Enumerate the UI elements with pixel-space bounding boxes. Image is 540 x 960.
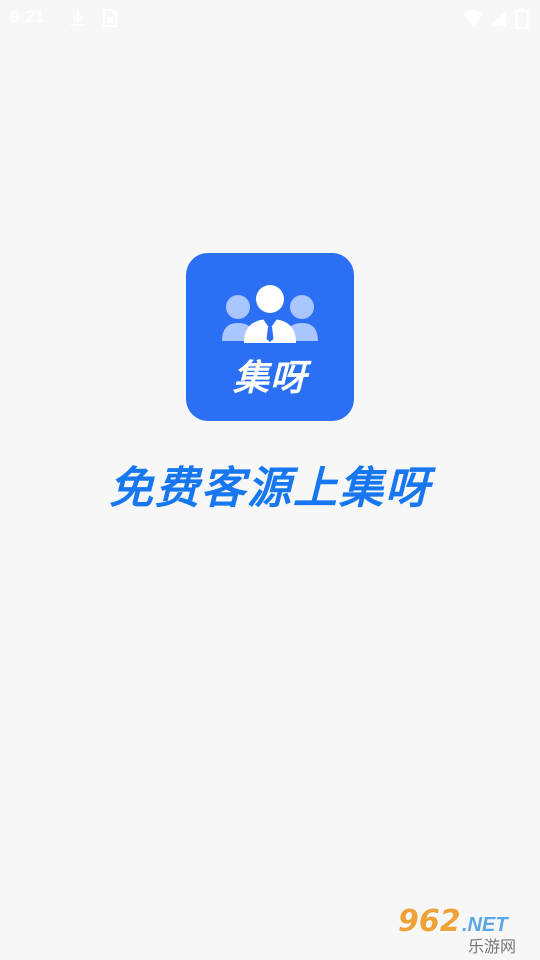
signal-icon bbox=[490, 10, 506, 26]
status-bar: 9:21 bbox=[0, 0, 540, 36]
watermark-logo: 962 .NET 乐游网 bbox=[398, 904, 532, 956]
wifi-icon bbox=[463, 10, 483, 26]
download-icon bbox=[71, 10, 85, 26]
sim-card-icon bbox=[103, 9, 117, 27]
logo-text: 集呀 bbox=[232, 358, 307, 399]
status-time: 9:21 bbox=[10, 7, 46, 26]
slogan: 免费客源上集呀 bbox=[109, 463, 431, 514]
watermark-number: 962 bbox=[398, 904, 461, 939]
watermark-site-name: 乐游网 bbox=[468, 937, 517, 956]
app-logo: 集呀 bbox=[186, 253, 354, 421]
battery-icon bbox=[515, 8, 529, 29]
